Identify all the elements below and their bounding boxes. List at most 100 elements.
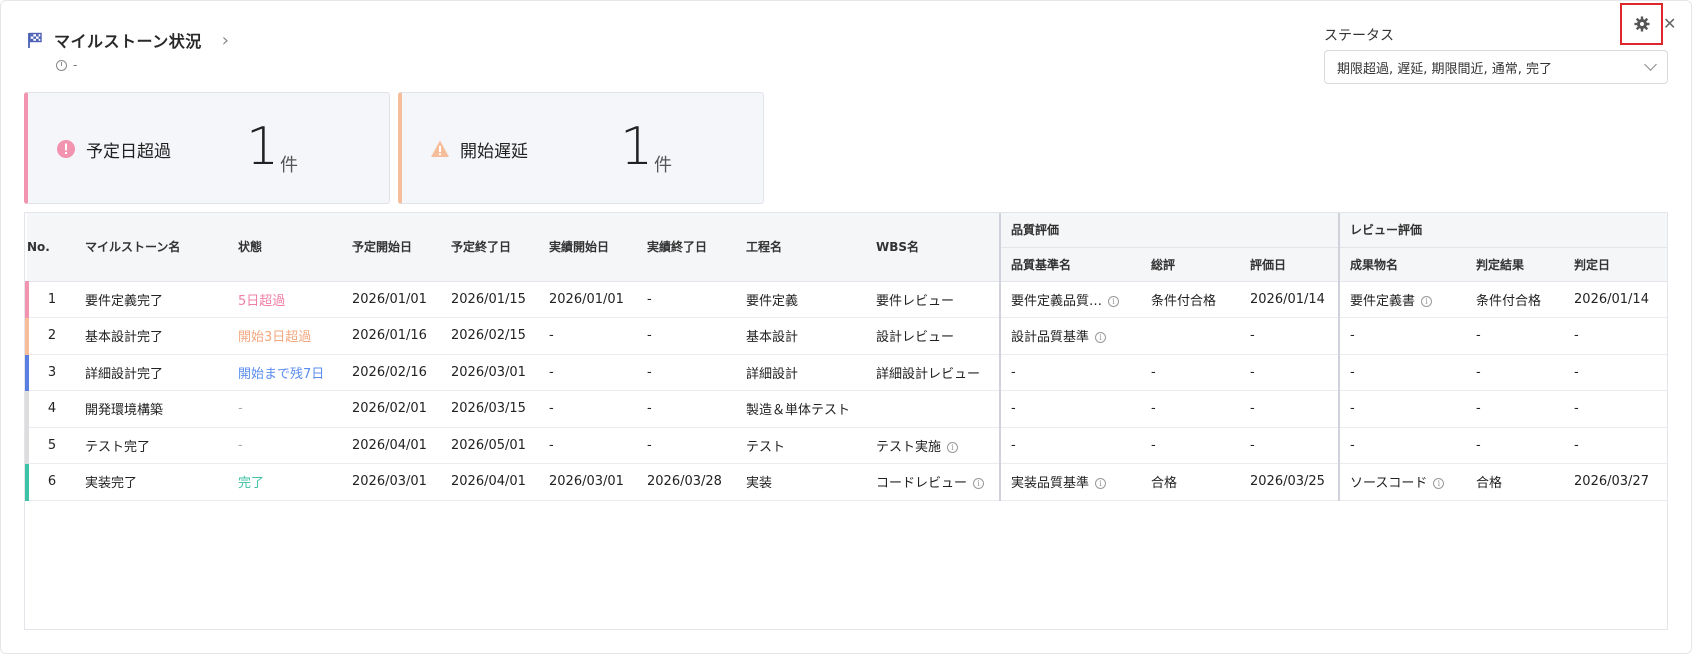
quality-standard-text: 実装品質基準	[1011, 476, 1090, 492]
col-quality-date[interactable]: 評価日	[1240, 247, 1340, 282]
cell-review-item: -	[1338, 354, 1467, 391]
cell-quality-total: -	[1141, 427, 1240, 464]
cell-review-result: -	[1466, 317, 1565, 355]
cell-plan-end: 2026/01/15	[441, 281, 539, 318]
settings-button[interactable]	[1620, 3, 1663, 45]
cell-plan-start: 2026/03/01	[342, 463, 441, 501]
cell-name: 基本設計完了	[75, 317, 228, 355]
table-row[interactable]: 1 要件定義完了 5日超過 2026/01/01 2026/01/15 2026…	[25, 281, 1667, 318]
cell-plan-start: 2026/01/01	[342, 281, 441, 318]
info-icon[interactable]: i	[973, 478, 985, 490]
cell-actual-start: -	[539, 317, 637, 355]
cell-plan-start: 2026/01/16	[342, 317, 441, 355]
cell-review-date: -	[1564, 427, 1667, 464]
status-filter-label: ステータス	[1324, 28, 1394, 44]
cell-no: 5	[25, 427, 75, 464]
cell-process: 要件定義	[736, 281, 866, 318]
cell-wbs	[866, 390, 1000, 428]
cell-state: 5日超過	[228, 281, 342, 318]
col-review-result[interactable]: 判定結果	[1466, 247, 1565, 282]
info-icon[interactable]: i	[1095, 332, 1107, 344]
cell-actual-end: -	[637, 427, 736, 464]
col-review-item[interactable]: 成果物名	[1338, 247, 1467, 282]
table-row[interactable]: 4 開発環境構築 - 2026/02/01 2026/03/15 - - 製造＆…	[25, 390, 1667, 428]
cell-process: 詳細設計	[736, 354, 866, 391]
chevron-right-icon[interactable]: ›	[222, 30, 229, 51]
info-icon[interactable]: i	[1108, 295, 1120, 307]
status-filter-value: 期限超過, 遅延, 期限間近, 通常, 完了	[1337, 61, 1553, 77]
info-icon[interactable]: i	[1095, 478, 1107, 490]
col-name[interactable]: マイルストーン名	[75, 213, 228, 282]
cell-quality-total: 条件付合格	[1141, 281, 1240, 318]
cell-quality-date: 2026/01/14	[1240, 281, 1340, 318]
cell-plan-end: 2026/03/15	[441, 390, 539, 428]
col-quality-total[interactable]: 総評	[1141, 247, 1240, 282]
info-icon[interactable]: i	[1433, 478, 1445, 490]
cell-quality-standard: -	[999, 427, 1141, 464]
cell-quality-total: -	[1141, 390, 1240, 428]
cell-actual-end: -	[637, 390, 736, 428]
cell-quality-date: -	[1240, 354, 1340, 391]
card-count: 1	[246, 117, 280, 177]
table-row[interactable]: 2 基本設計完了 開始3日超過 2026/01/16 2026/02/15 - …	[25, 317, 1667, 355]
cell-quality-standard: 要件定義品質… i	[999, 281, 1141, 318]
col-plan-end[interactable]: 予定終了日	[441, 213, 539, 282]
cell-actual-start: -	[539, 427, 637, 464]
col-review-date[interactable]: 判定日	[1564, 247, 1667, 282]
cell-plan-end: 2026/04/01	[441, 463, 539, 501]
status-filter-select[interactable]: 期限超過, 遅延, 期限間近, 通常, 完了	[1324, 50, 1668, 84]
cell-quality-standard: -	[999, 354, 1141, 391]
table-row[interactable]: 6 実装完了 完了 2026/03/01 2026/04/01 2026/03/…	[25, 463, 1667, 501]
col-wbs[interactable]: WBS名	[866, 213, 1000, 282]
col-process[interactable]: 工程名	[736, 213, 866, 282]
card-label: 予定日超過	[86, 142, 171, 162]
cell-state: 開始まで残7日	[228, 354, 342, 391]
updated-value: -	[73, 58, 78, 72]
cell-wbs: 設計レビュー	[866, 317, 1000, 355]
cell-actual-start: 2026/01/01	[539, 281, 637, 318]
cell-plan-start: 2026/02/01	[342, 390, 441, 428]
wbs-text: コードレビュー	[876, 476, 968, 492]
cell-actual-end: -	[637, 281, 736, 318]
table-row[interactable]: 5 テスト完了 - 2026/04/01 2026/05/01 - - テスト …	[25, 427, 1667, 464]
card-start-delay: 開始遅延 1 件	[398, 92, 764, 204]
cell-no: 4	[25, 390, 75, 428]
col-actual-start[interactable]: 実績開始日	[539, 213, 637, 282]
cell-review-item: -	[1338, 317, 1467, 355]
cell-process: テスト	[736, 427, 866, 464]
cell-plan-end: 2026/02/15	[441, 317, 539, 355]
cell-no: 1	[25, 281, 75, 318]
group-quality: 品質評価	[998, 213, 1340, 248]
cell-quality-standard: 設計品質基準 i	[999, 317, 1141, 355]
cell-review-date: 2026/01/14	[1564, 281, 1667, 318]
alert-circle-icon	[57, 140, 75, 158]
cell-actual-start: -	[539, 354, 637, 391]
info-icon[interactable]: i	[947, 441, 959, 453]
cell-state: -	[228, 390, 342, 428]
cell-wbs: テスト実施 i	[866, 427, 1000, 464]
milestone-table: No. マイルストーン名 状態 予定開始日 予定終了日 実績開始日 実績終了日 …	[24, 212, 1668, 630]
cell-actual-start: 2026/03/01	[539, 463, 637, 501]
cell-actual-end: 2026/03/28	[637, 463, 736, 501]
close-icon[interactable]: ✕	[1663, 14, 1676, 33]
col-actual-end[interactable]: 実績終了日	[637, 213, 736, 282]
col-quality-standard[interactable]: 品質基準名	[999, 247, 1141, 282]
table-row[interactable]: 3 詳細設計完了 開始まで残7日 2026/02/16 2026/03/01 -…	[25, 354, 1667, 391]
cell-quality-total	[1141, 317, 1240, 355]
clock-icon	[56, 59, 67, 71]
title-row: マイルストーン状況 ›	[26, 28, 229, 52]
cell-wbs: 詳細設計レビュー	[866, 354, 1000, 391]
flag-icon	[28, 32, 42, 48]
col-state[interactable]: 状態	[228, 213, 342, 282]
cell-plan-end: 2026/03/01	[441, 354, 539, 391]
warning-triangle-icon	[431, 140, 449, 157]
card-unit: 件	[654, 155, 672, 176]
cell-process: 実装	[736, 463, 866, 501]
cell-review-date: 2026/03/27	[1564, 463, 1667, 501]
cell-quality-standard: 実装品質基準 i	[999, 463, 1141, 501]
cell-review-date: -	[1564, 390, 1667, 428]
cell-state: -	[228, 427, 342, 464]
cell-name: 開発環境構築	[75, 390, 228, 428]
info-icon[interactable]: i	[1421, 295, 1433, 307]
col-plan-start[interactable]: 予定開始日	[342, 213, 441, 282]
